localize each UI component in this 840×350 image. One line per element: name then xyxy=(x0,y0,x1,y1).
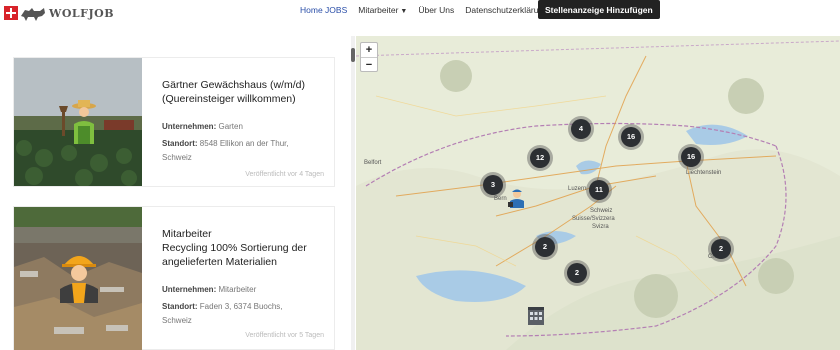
chevron-down-icon: ▼ xyxy=(400,8,408,15)
map-label-schweiz: Schweiz xyxy=(590,208,613,214)
map-cluster[interactable]: 11 xyxy=(586,177,612,203)
main-nav: Home JOBS Mitarbeiter ▼ Über Uns Datensch… xyxy=(300,0,559,20)
map-label-liechtenstein: Liechtenstein xyxy=(686,170,722,176)
post-job-button[interactable]: Stellenanzeige Hinzufügen xyxy=(538,0,660,19)
job-card-image xyxy=(14,58,142,186)
nav-home-jobs[interactable]: Home JOBS xyxy=(300,5,347,15)
gardener-icon xyxy=(59,100,96,144)
site-header: WOLFJOB Home JOBS Mitarbeiter ▼ Über Uns … xyxy=(0,0,840,36)
posted-date: Veröffentlicht vor 4 Tagen xyxy=(245,171,324,178)
nav-mitarbeiter-label: Mitarbeiter xyxy=(358,5,399,15)
location-line: Standort: Faden 3, 6374 Buochs, xyxy=(162,302,283,311)
job-card[interactable]: Gärtner Gewächshaus (w/m/d) (Quereinstei… xyxy=(13,57,335,187)
brand-name: WOLFJOB xyxy=(49,6,115,20)
country: Schweiz xyxy=(162,153,192,162)
map-cluster[interactable]: 3 xyxy=(480,172,506,198)
map-cluster[interactable]: 2 xyxy=(708,236,734,262)
country: Schweiz xyxy=(162,316,192,325)
job-list: Gärtner Gewächshaus (w/m/d) (Quereinstei… xyxy=(0,0,355,350)
job-title[interactable]: Gärtner Gewächshaus (w/m/d) (Quereinstei… xyxy=(162,78,324,106)
job-map[interactable]: + − Liechtenstein Schweiz Suisse/Svizzer… xyxy=(356,36,840,350)
building-marker-icon[interactable] xyxy=(526,306,546,326)
swiss-cross-icon xyxy=(4,6,18,20)
map-cluster[interactable]: 12 xyxy=(527,145,553,171)
list-scrollbar-track[interactable] xyxy=(351,36,355,350)
map-label-svizra: Svizra xyxy=(592,224,609,230)
zoom-out-button[interactable]: − xyxy=(361,57,377,71)
map-cluster[interactable]: 2 xyxy=(564,260,590,286)
job-card-image xyxy=(14,207,142,350)
map-label-belfort: Belfort xyxy=(364,160,382,166)
posted-date: Veröffentlicht vor 5 Tagen xyxy=(245,332,324,339)
map-label-suisse: Suisse/Svizzera xyxy=(572,216,615,222)
wolf-icon xyxy=(21,8,45,21)
worker-marker-icon[interactable] xyxy=(507,188,527,208)
map-cluster[interactable]: 16 xyxy=(678,144,704,170)
map-cluster[interactable]: 16 xyxy=(618,124,644,150)
map-cluster[interactable]: 2 xyxy=(532,234,558,260)
job-title[interactable]: Mitarbeiter Recycling 100% Sortierung de… xyxy=(162,227,324,269)
site-logo[interactable]: WOLFJOB xyxy=(4,2,114,24)
map-label-luzern: Luzern xyxy=(568,186,587,192)
company-line: Unternehmen: Mitarbeiter xyxy=(162,285,257,294)
nav-ueber-uns[interactable]: Über Uns xyxy=(418,5,454,15)
location-line: Standort: 8548 Ellikon an der Thur, xyxy=(162,139,289,148)
map-cluster[interactable]: 4 xyxy=(568,116,594,142)
nav-mitarbeiter[interactable]: Mitarbeiter ▼ xyxy=(358,5,407,15)
job-card[interactable]: Mitarbeiter Recycling 100% Sortierung de… xyxy=(13,206,335,350)
worker-icon xyxy=(60,256,98,303)
zoom-control: + − xyxy=(360,42,378,72)
zoom-in-button[interactable]: + xyxy=(361,43,377,57)
company-line: Unternehmen: Garten xyxy=(162,122,243,131)
nav-datenschutz[interactable]: Datenschutzerklärung xyxy=(465,5,548,15)
list-scrollbar-thumb[interactable] xyxy=(351,48,355,62)
